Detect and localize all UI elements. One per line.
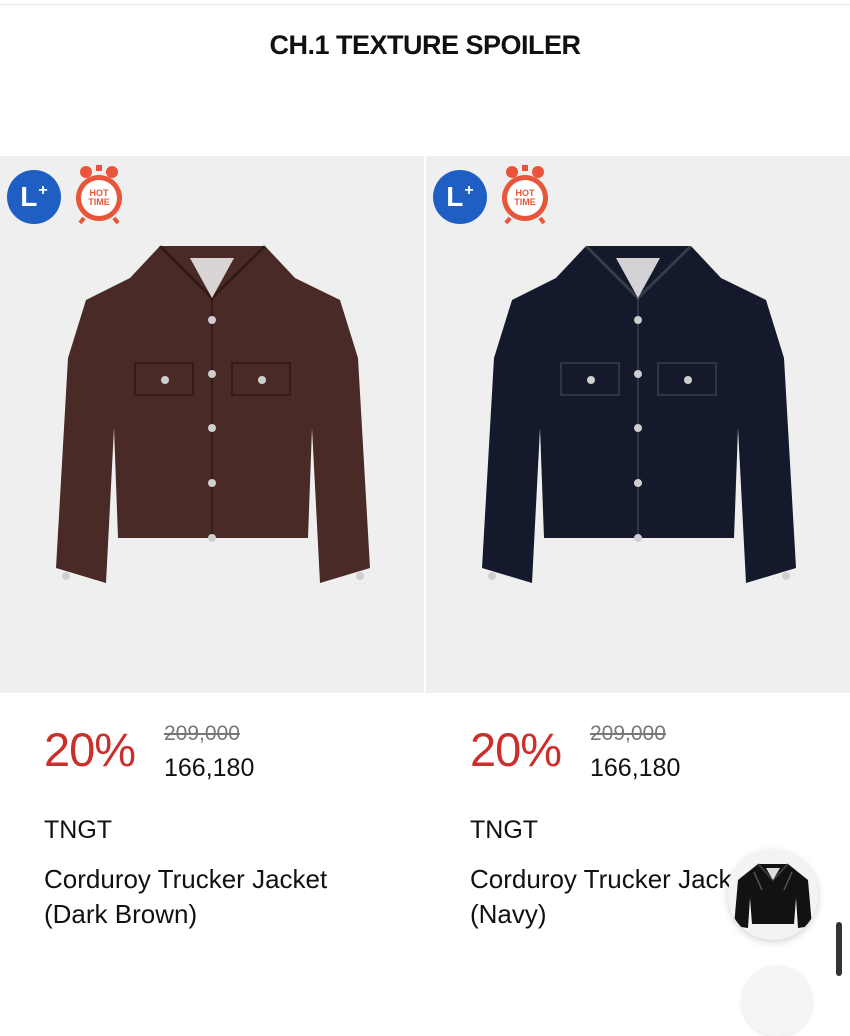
navy-corduroy-jacket-icon bbox=[482, 244, 796, 583]
recent-item-button[interactable] bbox=[728, 850, 818, 940]
product-name-line2: (Navy) bbox=[470, 899, 547, 929]
lplus-badge-icon: L + bbox=[7, 170, 61, 224]
hot-line2: TIME bbox=[514, 197, 536, 207]
hot-time-alarm-icon: HOT TIME bbox=[496, 162, 554, 225]
product-name-line1: Corduroy Trucker Jacket bbox=[470, 864, 735, 894]
top-divider bbox=[0, 4, 850, 5]
plus-icon: + bbox=[38, 182, 48, 199]
product-card-dark-brown[interactable]: L + HOT TIME 20% 209,000 166,180 TNGT Co… bbox=[0, 156, 424, 979]
sale-price: 166,180 bbox=[164, 754, 255, 782]
hot-line2: TIME bbox=[88, 197, 110, 207]
sale-price: 166,180 bbox=[590, 754, 681, 782]
lplus-label: L bbox=[446, 181, 464, 212]
lplus-label: L bbox=[20, 181, 38, 212]
product-name-line2: (Dark Brown) bbox=[44, 899, 198, 929]
product-name-line1: Corduroy Trucker Jacket bbox=[44, 864, 328, 894]
brown-corduroy-jacket-icon bbox=[56, 244, 370, 583]
brand-name[interactable]: TNGT bbox=[470, 816, 538, 845]
original-price: 209,000 bbox=[590, 722, 666, 745]
hot-time-alarm-icon: HOT TIME bbox=[70, 162, 128, 225]
original-price: 209,000 bbox=[164, 722, 240, 745]
discount-rate: 20% bbox=[44, 723, 136, 776]
brand-name[interactable]: TNGT bbox=[44, 816, 112, 845]
scroll-top-button[interactable] bbox=[742, 966, 812, 1036]
product-image[interactable]: L + HOT TIME bbox=[426, 156, 850, 693]
scrollbar-thumb[interactable] bbox=[836, 922, 842, 976]
plus-icon: + bbox=[464, 182, 474, 199]
product-image[interactable]: L + HOT TIME bbox=[0, 156, 424, 693]
product-name[interactable]: Corduroy Trucker Jacket (Navy) bbox=[470, 862, 735, 932]
leather-jacket-thumbnail-icon bbox=[734, 863, 812, 928]
lplus-badge-icon: L + bbox=[433, 170, 487, 224]
discount-rate: 20% bbox=[470, 723, 562, 776]
page-title: CH.1 TEXTURE SPOILER bbox=[269, 30, 581, 60]
product-name[interactable]: Corduroy Trucker Jacket (Dark Brown) bbox=[44, 862, 374, 932]
